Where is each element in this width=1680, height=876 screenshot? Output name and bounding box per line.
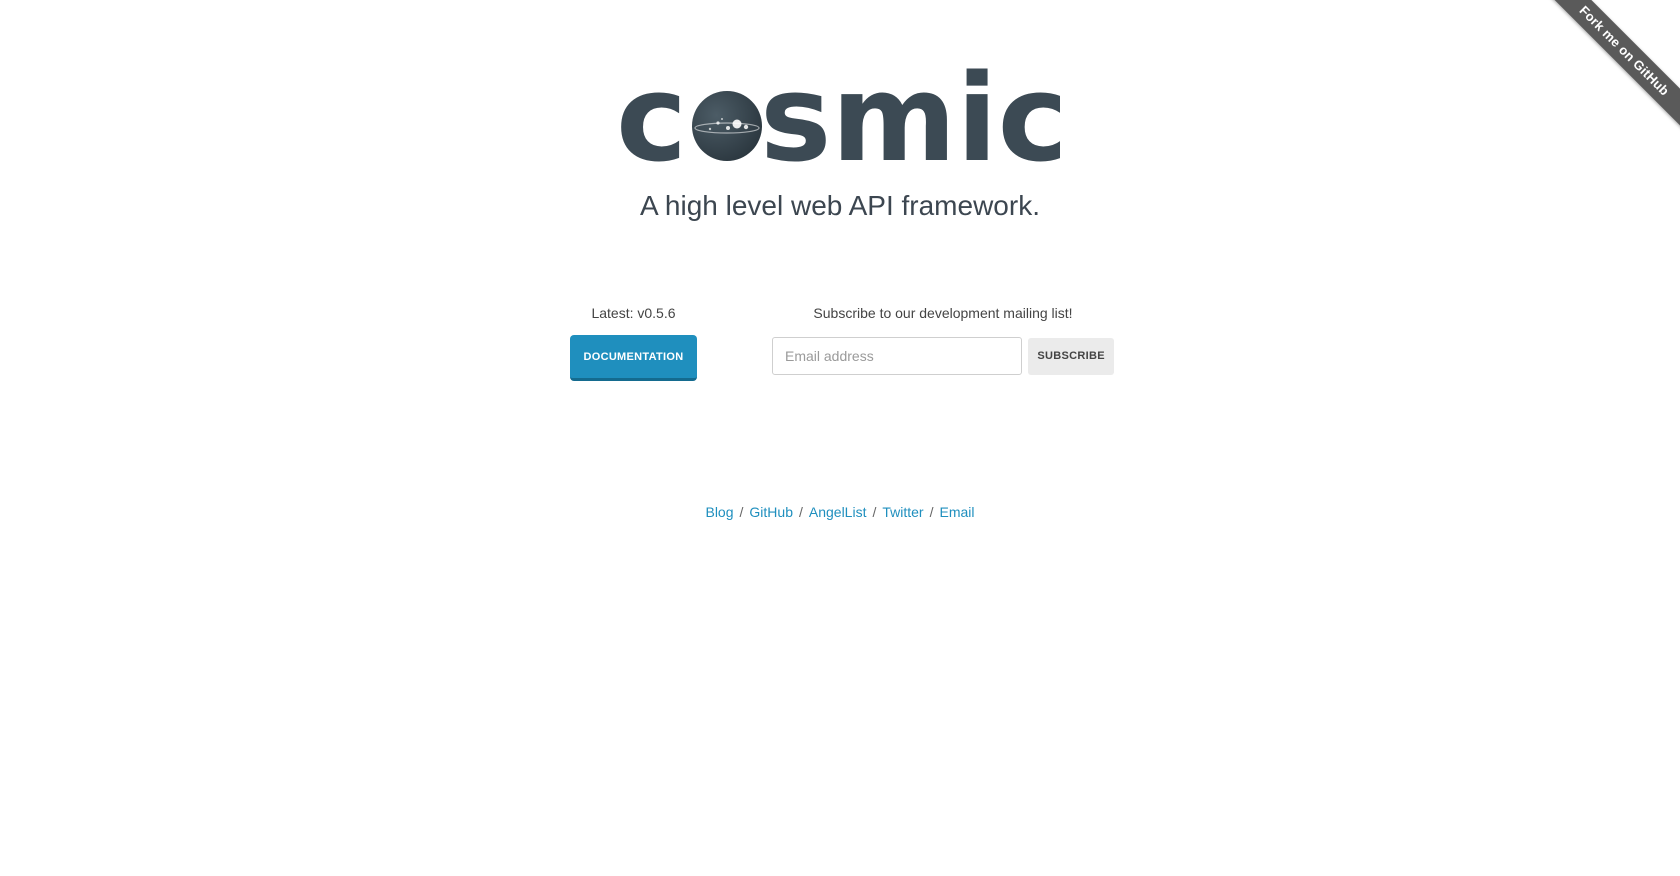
fork-ribbon-container: Fork me on GitHub bbox=[1530, 0, 1680, 150]
link-separator: / bbox=[798, 504, 803, 520]
logo-letters-smic: smic bbox=[760, 56, 1060, 168]
link-separator: / bbox=[929, 504, 934, 520]
footer-links: Blog / GitHub / AngelList / Twitter / Email bbox=[0, 504, 1680, 520]
logo-star bbox=[708, 127, 712, 131]
footer-link-email[interactable]: Email bbox=[939, 504, 974, 520]
subscribe-form: SUBSCRIBE bbox=[772, 337, 1114, 375]
latest-version-label: Latest: v0.5.6 bbox=[591, 305, 676, 321]
footer-link-angellist[interactable]: AngelList bbox=[809, 504, 867, 520]
email-input[interactable] bbox=[772, 337, 1023, 375]
logo-star bbox=[732, 119, 742, 129]
link-separator: / bbox=[739, 504, 744, 520]
subscribe-label: Subscribe to our development mailing lis… bbox=[813, 305, 1073, 321]
cosmic-logo: c smic bbox=[620, 56, 1060, 168]
logo-star bbox=[743, 124, 749, 130]
logo-star bbox=[721, 118, 723, 120]
fork-me-ribbon[interactable]: Fork me on GitHub bbox=[1544, 0, 1680, 131]
page: Fork me on GitHub c smic A high level we… bbox=[0, 0, 1680, 876]
release-section: Latest: v0.5.6 DOCUMENTATION bbox=[570, 305, 697, 381]
subscribe-section: Subscribe to our development mailing lis… bbox=[772, 305, 1114, 375]
logo-letter-c: c bbox=[620, 56, 687, 168]
footer-link-github[interactable]: GitHub bbox=[749, 504, 793, 520]
logo-star bbox=[716, 121, 720, 125]
logo-star bbox=[726, 126, 730, 130]
logo-planet bbox=[692, 91, 762, 161]
subscribe-button[interactable]: SUBSCRIBE bbox=[1028, 337, 1114, 375]
link-separator: / bbox=[872, 504, 877, 520]
footer-link-twitter[interactable]: Twitter bbox=[882, 504, 923, 520]
footer-link-blog[interactable]: Blog bbox=[705, 504, 733, 520]
documentation-button[interactable]: DOCUMENTATION bbox=[570, 335, 697, 381]
tagline: A high level web API framework. bbox=[640, 190, 1040, 221]
